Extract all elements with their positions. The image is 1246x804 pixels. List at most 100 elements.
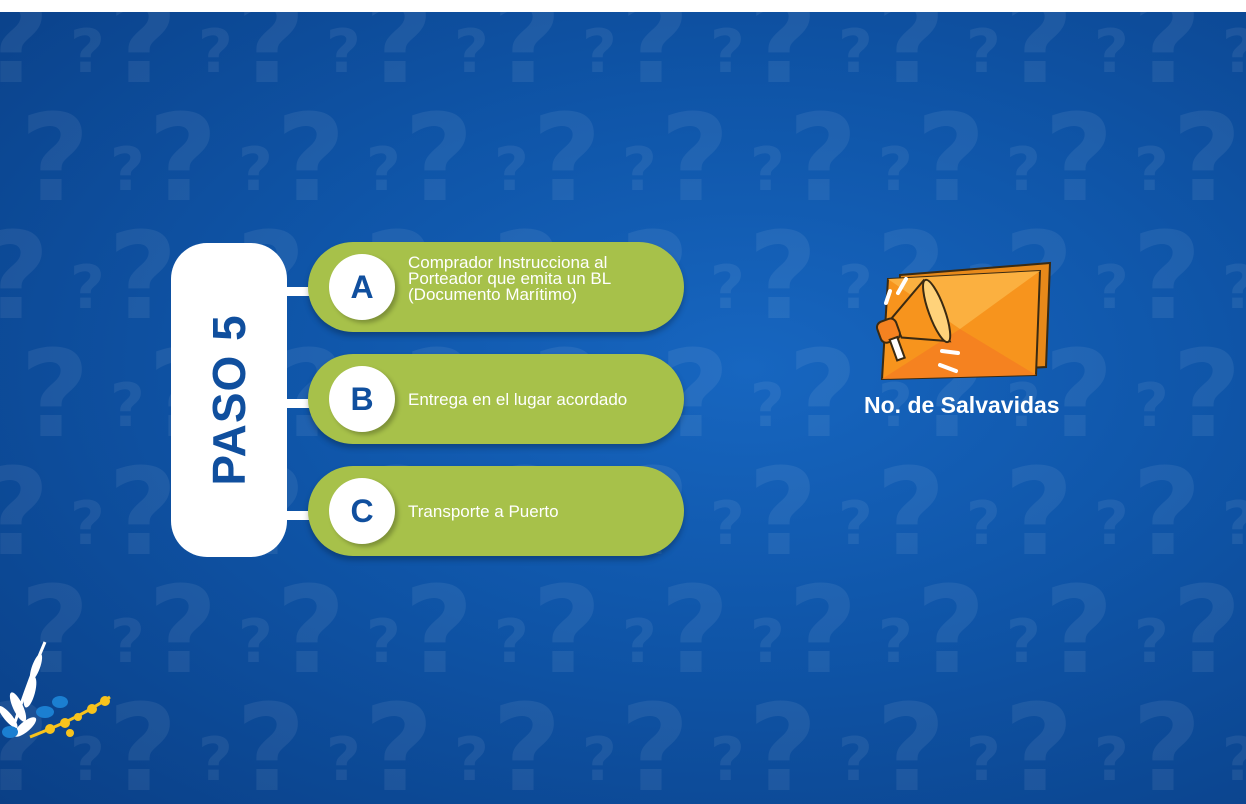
question-mark-glyph: ? — [710, 17, 745, 87]
question-mark-glyph: ? — [1132, 444, 1202, 583]
question-mark-glyph: ? — [748, 12, 818, 111]
question-mark-glyph: ? — [1004, 680, 1074, 804]
question-mark-glyph: ? — [1094, 17, 1129, 87]
plant-decoration-icon — [0, 641, 111, 739]
question-mark-glyph: ? — [838, 725, 873, 795]
option-a-button[interactable]: A Comprador Instrucciona al Porteador qu… — [308, 242, 684, 332]
question-mark-glyph: ? — [108, 12, 178, 111]
question-mark-glyph: ? — [366, 135, 401, 205]
question-mark-glyph: ? — [750, 135, 785, 205]
question-mark-glyph: ? — [532, 90, 602, 229]
option-b-text: Entrega en el lugar acordado — [408, 389, 628, 409]
question-mark-glyph: ? — [838, 489, 873, 559]
question-mark-glyph: ? — [622, 135, 657, 205]
question-mark-glyph: ? — [0, 218, 50, 338]
question-mark-glyph: ? — [710, 725, 745, 795]
question-mark-glyph: ? — [70, 489, 105, 559]
question-mark-glyph: ? — [198, 17, 233, 87]
question-mark-glyph: ? — [366, 607, 401, 677]
question-mark-glyph: ? — [1132, 680, 1202, 804]
question-mark-glyph: ? — [1222, 494, 1246, 554]
question-mark-glyph: ? — [454, 725, 489, 795]
question-mark-glyph: ? — [364, 680, 434, 804]
question-mark-glyph: ? — [148, 90, 218, 229]
option-c-button[interactable]: C Transporte a Puerto — [308, 466, 684, 556]
question-mark-glyph: ? — [236, 680, 306, 804]
option-a-line-3: (Documento Marítimo) — [408, 285, 578, 304]
megaphone-icon[interactable] — [860, 257, 1060, 397]
question-mark-glyph: ? — [748, 208, 818, 347]
question-mark-glyph: ? — [916, 90, 986, 229]
question-mark-glyph: ? — [750, 607, 785, 677]
question-mark-glyph: ? — [532, 562, 602, 701]
question-mark-glyph: ? — [748, 680, 818, 804]
question-mark-glyph: ? — [620, 680, 690, 804]
question-mark-glyph: ? — [1044, 562, 1114, 701]
question-mark-glyph: ? — [966, 17, 1001, 87]
question-mark-glyph: ? — [710, 489, 745, 559]
question-mark-glyph: ? — [876, 444, 946, 583]
question-mark-glyph: ? — [838, 17, 873, 87]
question-mark-glyph: ? — [788, 562, 858, 701]
question-mark-glyph: ? — [1044, 90, 1114, 229]
option-b-badge: B — [329, 366, 395, 432]
question-mark-glyph: ? — [1222, 22, 1246, 82]
option-a-badge: A — [329, 254, 395, 320]
question-mark-glyph: ? — [494, 135, 529, 205]
question-mark-glyph: ? — [1132, 208, 1202, 347]
question-mark-glyph: ? — [1094, 489, 1129, 559]
question-mark-glyph: ? — [966, 725, 1001, 795]
question-mark-glyph: ? — [70, 17, 105, 87]
question-mark-glyph: ? — [1134, 135, 1169, 205]
question-mark-glyph: ? — [238, 135, 273, 205]
question-mark-glyph: ? — [748, 444, 818, 583]
question-mark-glyph: ? — [70, 253, 105, 323]
question-mark-glyph: ? — [0, 12, 50, 102]
question-mark-glyph: ? — [238, 607, 273, 677]
question-mark-glyph: ? — [1172, 326, 1242, 465]
question-mark-glyph: ? — [1172, 562, 1242, 701]
question-mark-glyph: ? — [110, 135, 145, 205]
option-a-letter: A — [350, 268, 374, 305]
question-mark-glyph: ? — [326, 17, 361, 87]
question-mark-glyph: ? — [966, 489, 1001, 559]
question-mark-glyph: ? — [660, 90, 730, 229]
option-c-text: Transporte a Puerto — [408, 501, 559, 521]
question-mark-glyph: ? — [876, 680, 946, 804]
question-mark-glyph: ? — [1132, 12, 1202, 111]
question-mark-glyph: ? — [492, 12, 562, 111]
question-mark-glyph: ? — [108, 208, 178, 347]
question-mark-glyph: ? — [110, 371, 145, 441]
question-mark-glyph: ? — [878, 607, 913, 677]
option-b-letter: B — [350, 380, 374, 417]
step-label: PASO 5 — [203, 314, 255, 486]
question-mark-glyph: ? — [20, 90, 90, 229]
question-mark-glyph: ? — [582, 725, 617, 795]
question-mark-glyph: ? — [788, 90, 858, 229]
question-mark-glyph: ? — [404, 90, 474, 229]
option-b-button[interactable]: B Entrega en el lugar acordado — [308, 354, 684, 444]
question-mark-glyph: ? — [1134, 371, 1169, 441]
question-mark-glyph: ? — [878, 135, 913, 205]
question-mark-glyph: ? — [1004, 444, 1074, 583]
slide-canvas: ????????????????????????????????????????… — [0, 12, 1246, 804]
question-mark-glyph: ? — [876, 12, 946, 111]
question-mark-glyph: ? — [404, 562, 474, 701]
question-mark-glyph: ? — [108, 444, 178, 583]
question-mark-glyph: ? — [1094, 253, 1129, 323]
question-mark-glyph: ? — [622, 607, 657, 677]
question-mark-glyph: ? — [364, 12, 434, 111]
question-mark-glyph: ? — [1222, 258, 1246, 318]
question-mark-glyph: ? — [788, 326, 858, 465]
question-mark-glyph: ? — [750, 371, 785, 441]
question-mark-glyph: ? — [710, 253, 745, 323]
question-mark-glyph: ? — [1172, 90, 1242, 229]
question-mark-glyph: ? — [582, 17, 617, 87]
question-mark-glyph: ? — [1094, 725, 1129, 795]
question-mark-glyph: ? — [494, 607, 529, 677]
question-mark-glyph: ? — [660, 562, 730, 701]
option-a-text: Comprador Instrucciona al Porteador que … — [408, 234, 664, 324]
question-mark-glyph: ? — [20, 326, 90, 465]
question-mark-glyph: ? — [1134, 607, 1169, 677]
question-mark-glyph: ? — [454, 17, 489, 87]
